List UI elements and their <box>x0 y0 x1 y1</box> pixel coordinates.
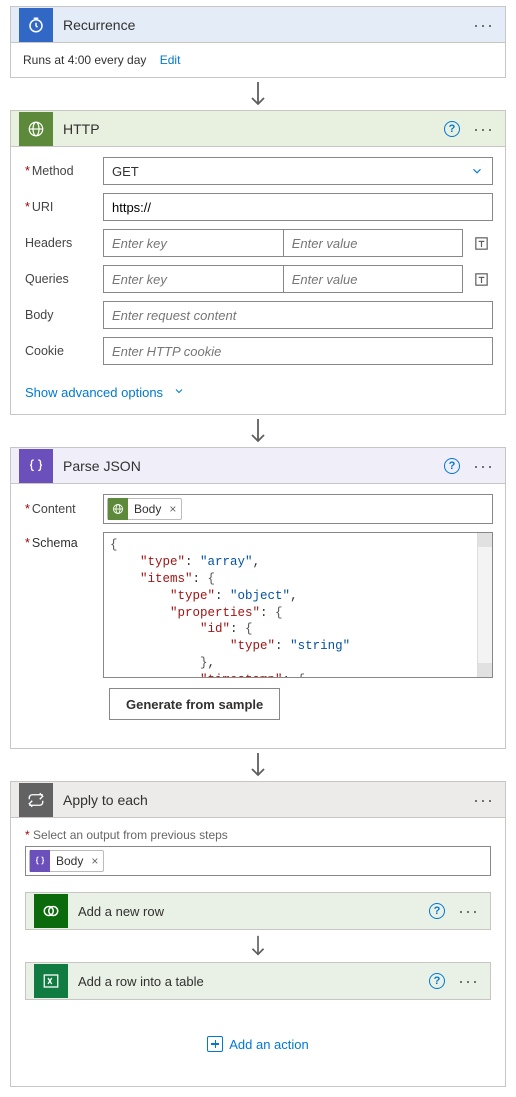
dataverse-icon <box>34 894 68 928</box>
arrow-icon <box>10 78 506 110</box>
method-label: Method <box>17 164 103 178</box>
arrow-icon <box>25 930 491 962</box>
http-header[interactable]: HTTP ? ··· <box>11 111 505 147</box>
step-title: Add a row into a table <box>78 974 429 989</box>
excel-icon <box>34 964 68 998</box>
scrollbar[interactable] <box>477 533 492 677</box>
step-title: Add a new row <box>78 904 429 919</box>
chevron-down-icon <box>470 164 484 178</box>
recurrence-header[interactable]: Recurrence ··· <box>11 7 505 43</box>
braces-icon <box>19 449 53 483</box>
help-icon[interactable]: ? <box>429 903 445 919</box>
parse-json-card: Parse JSON ? ··· Content Body × <box>10 447 506 749</box>
select-output-input[interactable]: Body × <box>25 846 491 876</box>
add-new-row-step[interactable]: Add a new row ? ··· <box>25 892 491 930</box>
more-icon[interactable]: ··· <box>470 455 497 477</box>
arrow-icon <box>10 415 506 447</box>
arrow-icon <box>10 749 506 781</box>
globe-icon <box>19 112 53 146</box>
plus-icon <box>207 1036 223 1052</box>
header-key-input[interactable] <box>103 229 283 257</box>
generate-sample-button[interactable]: Generate from sample <box>109 688 280 720</box>
remove-token-icon[interactable]: × <box>167 502 181 516</box>
header-value-input[interactable] <box>283 229 463 257</box>
advanced-options-label: Show advanced options <box>25 385 163 400</box>
more-icon[interactable]: ··· <box>470 118 497 140</box>
each-header[interactable]: Apply to each ··· <box>11 782 505 818</box>
text-mode-icon[interactable] <box>469 231 493 255</box>
content-label: Content <box>17 502 103 516</box>
loop-icon <box>19 783 53 817</box>
more-icon[interactable]: ··· <box>470 789 497 811</box>
body-token[interactable]: Body × <box>107 498 182 520</box>
http-title: HTTP <box>63 121 444 137</box>
body-label: Body <box>17 308 103 322</box>
parse-header[interactable]: Parse JSON ? ··· <box>11 448 505 484</box>
apply-to-each-card: Apply to each ··· Select an output from … <box>10 781 506 1087</box>
select-output-label: Select an output from previous steps <box>25 828 491 842</box>
braces-icon <box>30 850 50 872</box>
method-select[interactable]: GET <box>103 157 493 185</box>
more-icon[interactable]: ··· <box>455 970 482 992</box>
cookie-label: Cookie <box>17 344 103 358</box>
content-input[interactable]: Body × <box>103 494 493 524</box>
body-input[interactable] <box>103 301 493 329</box>
advanced-options-link[interactable]: Show advanced options <box>25 385 185 400</box>
recurrence-body: Runs at 4:00 every day Edit <box>11 43 505 77</box>
body-token[interactable]: Body × <box>29 850 104 872</box>
query-key-input[interactable] <box>103 265 283 293</box>
each-title: Apply to each <box>63 792 470 808</box>
token-label: Body <box>50 854 89 868</box>
token-label: Body <box>128 502 167 516</box>
parse-title: Parse JSON <box>63 458 444 474</box>
more-icon[interactable]: ··· <box>455 900 482 922</box>
queries-label: Queries <box>17 272 103 286</box>
more-icon[interactable]: ··· <box>470 14 497 36</box>
chevron-down-icon <box>173 385 185 400</box>
add-action-button[interactable]: Add an action <box>25 1018 491 1070</box>
edit-link[interactable]: Edit <box>160 53 181 67</box>
headers-label: Headers <box>17 236 103 250</box>
cookie-input[interactable] <box>103 337 493 365</box>
text-mode-icon[interactable] <box>469 267 493 291</box>
schema-editor[interactable]: { "type": "array", "items": { "type": "o… <box>103 532 493 678</box>
add-row-table-step[interactable]: Add a row into a table ? ··· <box>25 962 491 1000</box>
uri-input[interactable] <box>103 193 493 221</box>
recurrence-card: Recurrence ··· Runs at 4:00 every day Ed… <box>10 6 506 78</box>
method-value: GET <box>112 164 139 179</box>
help-icon[interactable]: ? <box>429 973 445 989</box>
recurrence-title: Recurrence <box>63 17 470 33</box>
uri-label: URI <box>17 200 103 214</box>
help-icon[interactable]: ? <box>444 121 460 137</box>
query-value-input[interactable] <box>283 265 463 293</box>
add-action-label: Add an action <box>229 1037 309 1052</box>
http-card: HTTP ? ··· Method GET URI <box>10 110 506 415</box>
remove-token-icon[interactable]: × <box>89 854 103 868</box>
schema-label: Schema <box>17 532 103 678</box>
help-icon[interactable]: ? <box>444 458 460 474</box>
clock-icon <box>19 8 53 42</box>
globe-icon <box>108 498 128 520</box>
recurrence-summary: Runs at 4:00 every day <box>23 53 146 67</box>
